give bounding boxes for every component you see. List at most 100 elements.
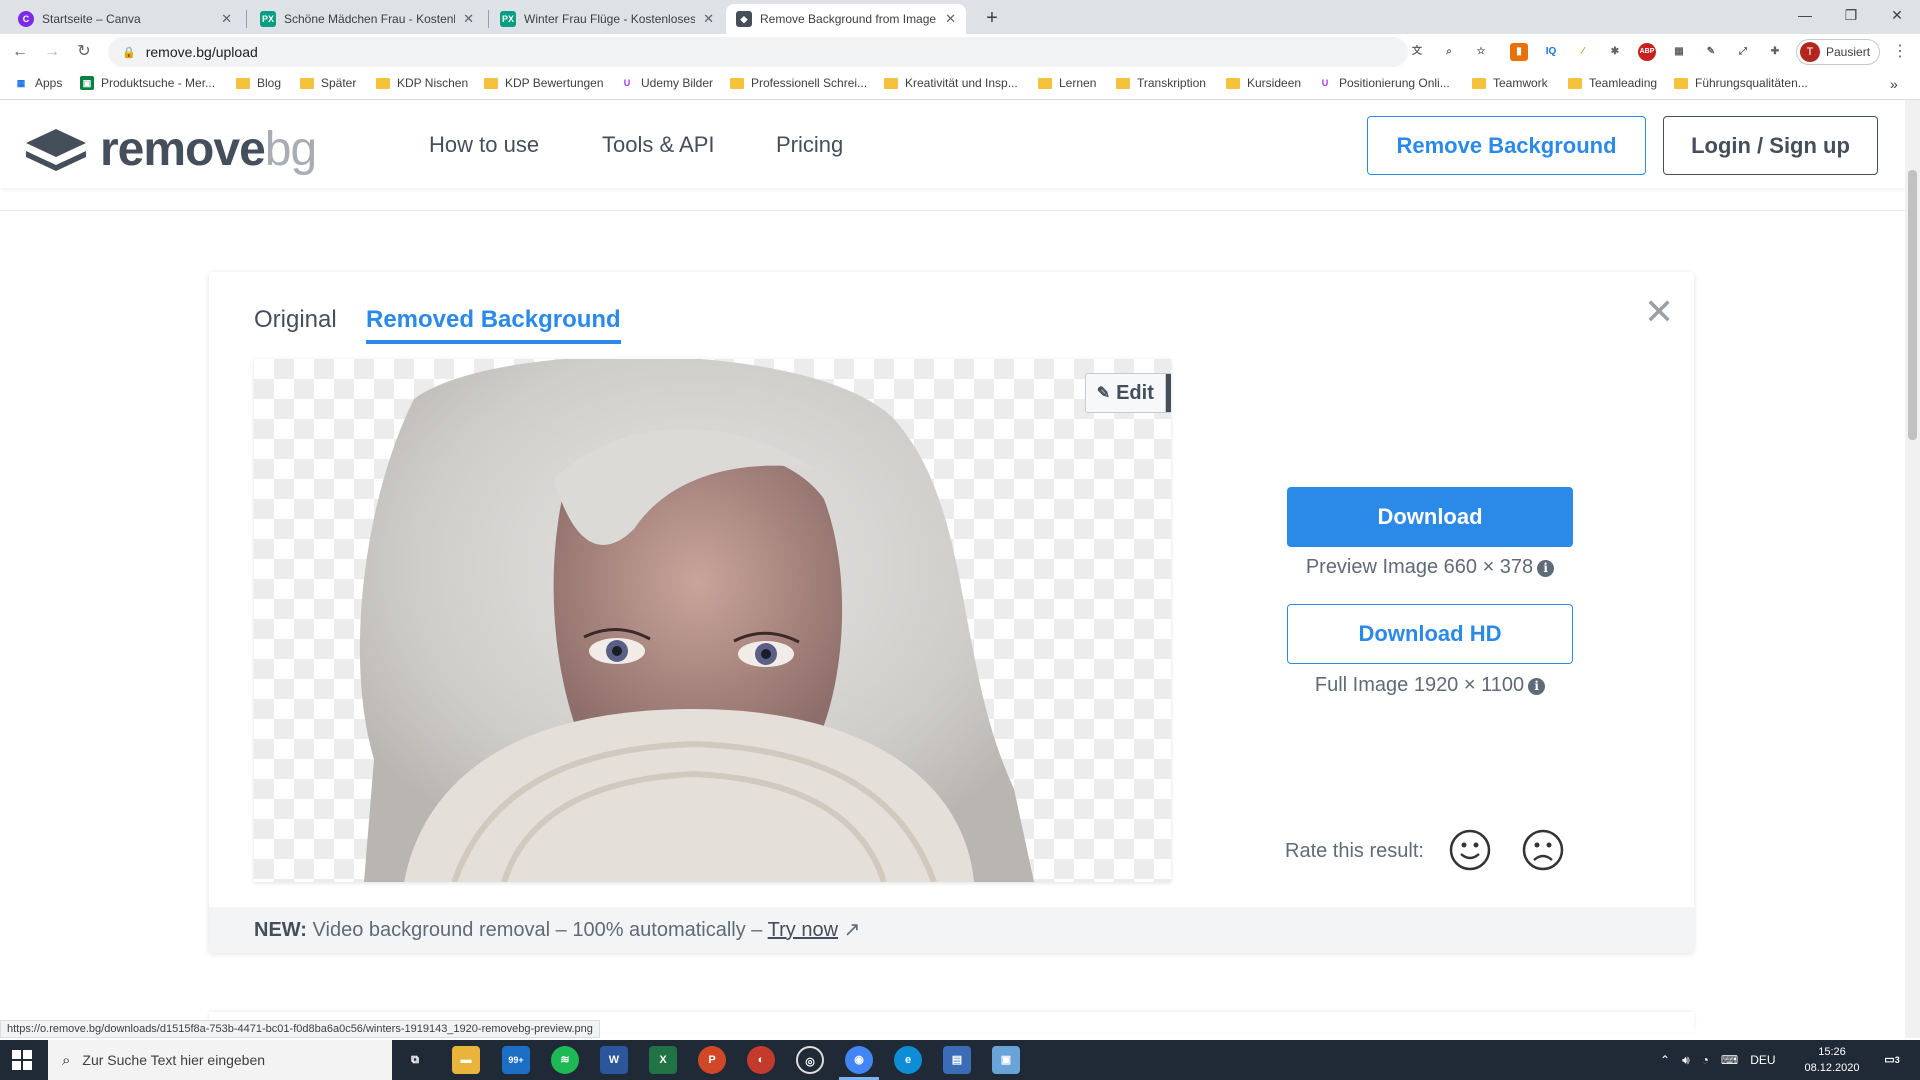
close-tab-icon[interactable]: ✕ [945,11,956,27]
udemy-icon: U [1318,76,1332,90]
mail-icon[interactable]: 99+ [502,1046,530,1074]
woman-cutout-image [359,359,1034,882]
pexels-favicon-icon: PX [500,11,516,27]
taskbar-search-input[interactable]: ⌕ Zur Suche Text hier eingeben [48,1040,392,1080]
extension-icon[interactable]: ▮ [1510,43,1528,61]
restore-icon[interactable]: ❐ [1828,0,1874,30]
excel-icon[interactable]: X [649,1046,677,1074]
search-placeholder: Zur Suche Text hier eingeben [82,1052,266,1068]
expand-icon[interactable]: ⤢ [1734,43,1752,61]
tab-original[interactable]: Original [254,306,337,334]
puzzle-icon[interactable]: ✚ [1766,43,1784,61]
bookmark-item[interactable]: U Positionierung Onli... [1318,76,1450,90]
bookmark-item[interactable]: U Udemy Bilder [620,76,713,90]
menu-dots-icon[interactable]: ⋮ [1888,40,1912,64]
edge-icon[interactable]: e [894,1046,922,1074]
bookmark-item[interactable]: Lernen [1038,76,1096,90]
notifications-icon[interactable]: ▭3 [1878,1046,1906,1074]
folder-icon [1116,77,1130,89]
bookmark-item[interactable]: Blog [236,76,281,90]
tab-title: Startseite – Canva [42,12,141,26]
happy-face-icon[interactable] [1449,829,1491,871]
bookmark-item[interactable]: KDP Nischen [376,76,468,90]
powerpoint-icon[interactable]: P [698,1046,726,1074]
nav-tools-api[interactable]: Tools & API [602,132,715,158]
translate-icon[interactable]: 文 [1408,43,1426,61]
app-icon[interactable]: ◐ [747,1046,775,1074]
extension-icon[interactable]: ⁄ [1574,43,1592,61]
task-view-icon[interactable]: ⧉ [401,1046,429,1074]
close-tab-icon[interactable]: ✕ [703,11,714,27]
adblock-icon[interactable]: ABP [1638,43,1656,61]
download-button[interactable]: Download [1287,487,1573,547]
external-link-icon[interactable]: ↗ [844,919,861,941]
sad-face-icon[interactable] [1522,829,1564,871]
browser-tab[interactable]: PX Schöne Mädchen Frau - Kostenlo ✕ [250,4,484,34]
login-signup-button[interactable]: Login / Sign up [1663,116,1878,175]
browser-tab-bar: C Startseite – Canva ✕ PX Schöne Mädchen… [0,0,1920,34]
browser-tab-active[interactable]: ◆ Remove Background from Image ✕ [726,4,966,34]
bookmark-item[interactable]: Kreativität und Insp... [884,76,1018,90]
bookmark-apps[interactable]: ▦ Apps [14,76,62,90]
folder-icon [376,77,390,89]
browser-tab[interactable]: PX Winter Frau Flüge - Kostenloses F ✕ [490,4,724,34]
minimize-icon[interactable]: — [1782,0,1828,30]
scrollbar-thumb[interactable] [1908,170,1917,440]
bookmark-item[interactable]: Später [300,76,356,90]
language-indicator[interactable]: DEU [1750,1053,1775,1067]
reload-icon[interactable]: ↻ [72,40,96,64]
bookmark-item[interactable]: Kursideen [1226,76,1301,90]
clock[interactable]: 15:26 08.12.2020 [1800,1044,1864,1076]
bookmark-item[interactable]: Professionell Schrei... [730,76,867,90]
extension-icon[interactable]: ✱ [1606,43,1624,61]
grid-extension-icon[interactable]: ▦ [1670,43,1688,61]
profile-button[interactable]: T Pausiert [1796,39,1880,65]
tab-removed-background[interactable]: Removed Background [366,306,621,344]
bookmark-item[interactable]: Teamleading [1568,76,1657,90]
network-icon[interactable]: ◔ [1702,1053,1709,1067]
nav-pricing[interactable]: Pricing [776,132,843,158]
bookmark-item[interactable]: KDP Bewertungen [484,76,604,90]
close-window-icon[interactable]: ✕ [1874,0,1920,30]
bookmark-item[interactable]: ▣ Produktsuche - Mer... [80,76,215,90]
download-hd-button[interactable]: Download HD [1287,604,1573,664]
bookmark-item[interactable]: Führungsqualitäten... [1674,76,1808,90]
chevron-up-icon[interactable]: ⌃ [1660,1053,1670,1067]
info-icon[interactable]: i [1537,560,1555,577]
bookmark-item[interactable]: Transkription [1116,76,1206,90]
app-icon[interactable]: ▤ [943,1046,971,1074]
back-icon[interactable]: ← [8,40,32,64]
close-tab-icon[interactable]: ✕ [221,11,232,27]
edit-button-group[interactable]: ✎Edit ▼ [1085,373,1171,413]
try-now-link[interactable]: Try now [768,919,838,941]
more-bookmarks-icon[interactable]: » [1890,76,1898,92]
edit-button[interactable]: ✎ Edit [1086,374,1166,412]
windows-start-icon[interactable] [12,1050,32,1070]
file-explorer-icon[interactable]: ▬ [452,1046,480,1074]
nav-how-to-use[interactable]: How to use [429,132,539,158]
browser-tab[interactable]: C Startseite – Canva ✕ [8,4,242,34]
close-icon[interactable]: ✕ [1644,294,1674,330]
bookmark-item[interactable]: Teamwork [1472,76,1548,90]
info-icon[interactable]: i [1528,678,1546,695]
volume-icon[interactable]: 🔊︎ [1682,1053,1690,1068]
removebg-logo[interactable]: removebg [24,122,317,177]
spotify-icon[interactable]: ≋ [551,1046,579,1074]
edit-dropdown-chevron-down-icon[interactable]: ▼ [1165,374,1171,412]
eyedropper-icon[interactable]: ✎ [1702,43,1720,61]
keyboard-icon[interactable]: ⌨ [1721,1053,1738,1067]
forward-icon[interactable]: → [40,40,64,64]
obs-icon[interactable]: ◎ [796,1046,824,1074]
new-tab-icon[interactable]: + [978,4,1006,32]
folder-icon [1226,77,1240,89]
word-icon[interactable]: W [600,1046,628,1074]
bookmark-star-icon[interactable]: ☆ [1472,43,1490,61]
search-icon: ⌕ [62,1051,71,1069]
chrome-icon[interactable]: ◉ [845,1046,873,1074]
app-icon[interactable]: ▣ [992,1046,1020,1074]
address-bar[interactable]: 🔒 remove.bg/upload [108,37,1408,67]
zoom-icon[interactable]: ⌕ [1440,43,1458,61]
remove-background-button[interactable]: Remove Background [1367,116,1646,175]
iq-extension-icon[interactable]: IQ [1542,43,1560,61]
close-tab-icon[interactable]: ✕ [463,11,474,27]
